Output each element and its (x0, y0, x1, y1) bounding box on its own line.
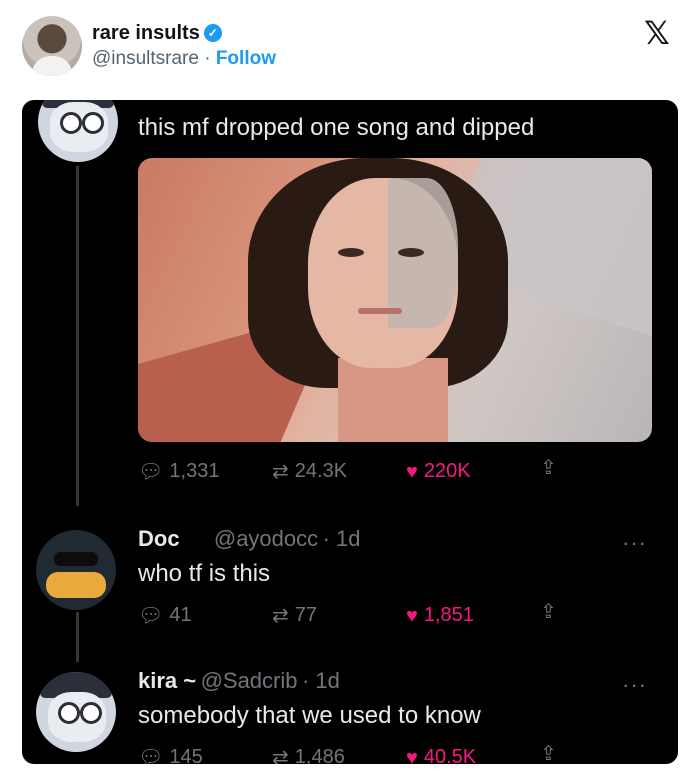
doc-name[interactable]: Doc (138, 526, 180, 551)
doc-handle[interactable]: @ayodocc (214, 526, 318, 551)
main-reply-count: 1,331 (169, 460, 220, 482)
main-like-action[interactable]: ♥ 220K (406, 460, 471, 483)
reply-icon: 💬︎ (138, 604, 164, 627)
kira-reply-action[interactable]: 💬︎ 145 (138, 746, 203, 764)
x-logo-icon[interactable]: 𝕏 (644, 14, 670, 52)
doc-meta-row: Doc 🥇︎ @ayodocc · 1d (138, 526, 361, 552)
separator-dot: · (204, 48, 211, 69)
doc-reply-text: who tf is this (138, 560, 271, 587)
reply-icon: 💬︎ (138, 746, 164, 765)
kira-like-action[interactable]: ♥ 40.5K (406, 746, 476, 764)
doc-time[interactable]: · 1d (323, 526, 361, 551)
embed-author-name-row[interactable]: rare insults ✓ (92, 22, 222, 45)
main-share-action[interactable]: ⇪ (540, 458, 557, 478)
main-tweet-avatar[interactable] (38, 100, 118, 162)
share-icon: ⇪ (540, 601, 557, 623)
doc-retweet-count: 77 (294, 604, 318, 626)
kira-handle[interactable]: @Sadcrib (201, 668, 298, 693)
kira-reply-text: somebody that we used to know (138, 702, 481, 729)
embed-author-avatar[interactable] (22, 16, 82, 76)
main-tweet-text: this mf dropped one song and dipped (138, 114, 535, 141)
heart-icon: ♥ (406, 460, 418, 483)
kira-retweet-action[interactable]: ⇄ 1,486 (272, 746, 345, 764)
main-reply-action[interactable]: 💬︎ 1,331 (138, 460, 219, 483)
doc-reply-action[interactable]: 💬︎ 41 (138, 604, 192, 627)
medal-icon: 🥇︎ (184, 529, 210, 551)
retweet-icon: ⇄ (272, 746, 289, 765)
kira-like-count: 40.5K (423, 746, 477, 764)
doc-reply-count: 41 (169, 604, 192, 626)
kira-avatar[interactable] (36, 672, 116, 752)
kira-retweet-count: 1,486 (294, 746, 345, 764)
doc-retweet-action[interactable]: ⇄ 77 (272, 604, 317, 627)
thread-screenshot: this mf dropped one song and dipped 💬︎ 1… (22, 100, 678, 764)
retweet-icon: ⇄ (272, 460, 289, 483)
kira-meta-row: kira ~ @Sadcrib · 1d (138, 668, 340, 694)
kira-more-button[interactable]: ··· (622, 672, 647, 698)
doc-like-count: 1,851 (423, 604, 474, 626)
retweet-icon: ⇄ (272, 604, 289, 627)
embed-author-handle[interactable]: @insultsrare (92, 48, 199, 69)
main-tweet-image[interactable] (138, 158, 652, 442)
verified-badge-icon: ✓ (203, 24, 222, 42)
follow-button[interactable]: Follow (216, 48, 276, 69)
kira-reply-count: 145 (169, 746, 203, 764)
doc-more-button[interactable]: ··· (622, 530, 647, 556)
doc-avatar[interactable] (36, 530, 116, 610)
thread-line-2 (76, 612, 79, 662)
kira-share-action[interactable]: ⇪ (540, 744, 557, 764)
share-icon: ⇪ (540, 457, 557, 479)
doc-share-action[interactable]: ⇪ (540, 602, 557, 622)
main-like-count: 220K (423, 460, 471, 482)
doc-like-action[interactable]: ♥ 1,851 (406, 604, 474, 627)
reply-icon: 💬︎ (138, 460, 164, 483)
kira-name[interactable]: kira ~ (138, 668, 196, 693)
main-retweet-count: 24.3K (294, 460, 348, 482)
heart-icon: ♥ (406, 604, 418, 627)
embed-author-name[interactable]: rare insults (92, 22, 200, 44)
embed-handle-row: @insultsrare · Follow (92, 48, 276, 70)
share-icon: ⇪ (540, 743, 557, 764)
kira-time[interactable]: · 1d (302, 668, 340, 693)
main-retweet-action[interactable]: ⇄ 24.3K (272, 460, 347, 483)
heart-icon: ♥ (406, 746, 418, 765)
thread-line (76, 166, 79, 506)
